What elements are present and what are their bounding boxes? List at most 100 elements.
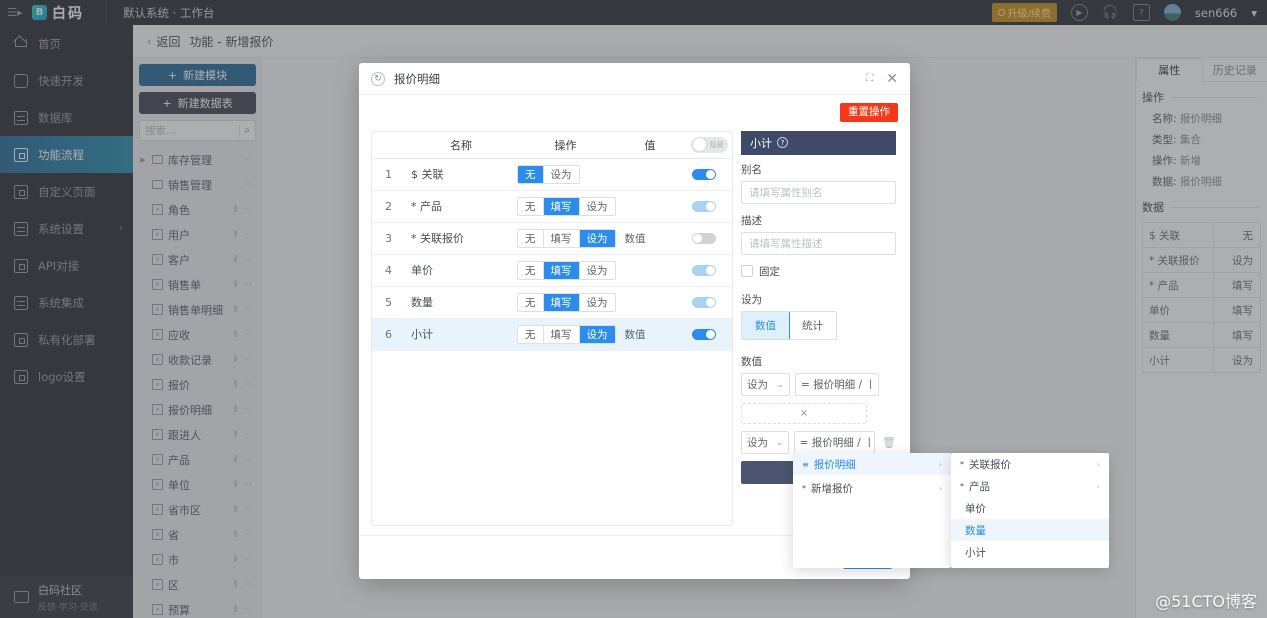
seg-option[interactable]: 无 — [518, 261, 544, 279]
alias-label: 别名 — [741, 163, 762, 176]
operation-segmented[interactable]: 无 填写 设为 — [517, 228, 616, 248]
seg-option[interactable]: 设为 — [579, 293, 615, 311]
row-value: 数值 — [624, 328, 646, 341]
table-row[interactable]: 2 * 产品 无 填写 设为 — [372, 191, 732, 223]
operation-segmented[interactable]: 无 填写 设为 — [517, 292, 616, 312]
seg-option[interactable]: 填写 — [543, 293, 580, 311]
setas-segmented[interactable]: 数值 统计 — [741, 310, 837, 340]
row-toggle-cell — [692, 200, 716, 212]
toggle-knob — [706, 201, 715, 211]
row-operation: 无 填写 设为 — [517, 260, 667, 280]
seg-option[interactable]: 设为 — [579, 197, 615, 215]
row-name: 数量 — [411, 296, 433, 310]
seg-option[interactable]: 填写 — [543, 261, 580, 279]
formula-ref-value: = 报价明细 / 丨 — [799, 436, 875, 449]
row-visibility-toggle[interactable] — [692, 264, 716, 276]
required-icon: * — [802, 483, 806, 493]
cascader-item[interactable]: * 新增报价 › — [793, 477, 951, 499]
col-value: 值 — [644, 138, 656, 152]
formula-op-select[interactable]: 设为 ⌄ — [741, 430, 789, 454]
cascader-item[interactable]: ≡ 报价明细 › — [793, 453, 951, 475]
cascader-item[interactable]: 单价 — [951, 497, 1109, 519]
operation-segmented[interactable]: 无 设为 — [517, 164, 580, 184]
question-icon[interactable]: ? — [777, 137, 788, 149]
row-visibility-toggle[interactable] — [692, 328, 716, 340]
seg-option[interactable]: 设为 — [579, 261, 615, 279]
operation-segmented[interactable]: 无 填写 设为 — [517, 196, 616, 216]
formula-ref-select[interactable]: = 报价明细 / 丨 ⌄ — [795, 372, 879, 396]
formula-ref-select[interactable]: = 报价明细 / 丨 ⌃ — [793, 430, 876, 454]
toggle-knob — [706, 329, 715, 339]
formula-op-select[interactable]: 设为 ⌄ — [741, 372, 790, 396]
seg-option[interactable]: 无 — [518, 325, 544, 343]
seg-option[interactable]: 填写 — [543, 325, 580, 343]
row-name: 单价 — [411, 264, 433, 278]
chevron-right-icon: › — [1096, 481, 1100, 491]
row-name: $ 关联 — [411, 168, 444, 182]
toggle-knob — [706, 169, 715, 179]
col-name: 名称 — [450, 138, 472, 152]
field-table: 名称 操作 值 隐藏 1 $ 关联 无 设为 2 * 产品 无 填写 设为 3 … — [371, 130, 733, 526]
watermark: @51CTO博客 — [1155, 592, 1257, 611]
modal-title: 报价明细 — [394, 71, 440, 86]
row-visibility-toggle[interactable] — [692, 168, 716, 180]
field-cascader-popup: ≡ 报价明细 › * 新增报价 › * 关联报价 › * 产品 › 单价 数量 … — [793, 453, 1109, 568]
alias-input[interactable]: 请填写属性别名 — [741, 180, 896, 204]
seg-option[interactable]: 设为 — [579, 325, 615, 343]
expand-icon[interactable]: ⛶ — [866, 73, 873, 84]
operation-segmented[interactable]: 无 填写 设为 — [517, 260, 616, 280]
seg-option[interactable]: 无 — [518, 293, 544, 311]
table-row[interactable]: 5 数量 无 填写 设为 — [372, 287, 732, 319]
fixed-checkbox-row[interactable]: 固定 — [741, 264, 896, 279]
cascader-item[interactable]: * 产品 › — [951, 475, 1109, 497]
cascader-item[interactable]: 数量 — [951, 519, 1109, 541]
row-operation: 无 填写 设为 数值 — [517, 228, 667, 248]
operation-segmented[interactable]: 无 填写 设为 — [517, 324, 616, 344]
setas-option-number[interactable]: 数值 — [742, 311, 790, 339]
table-row[interactable]: 3 * 关联报价 无 填写 设为 数值 — [372, 223, 732, 255]
table-row[interactable]: 6 小计 无 填写 设为 数值 — [372, 318, 732, 351]
row-toggle-cell — [692, 168, 716, 180]
formula-op-value: 设为 — [747, 436, 768, 449]
close-icon[interactable]: ✕ — [886, 71, 898, 87]
row-visibility-toggle[interactable] — [692, 200, 716, 212]
row-value: 数值 — [624, 232, 646, 245]
description-input[interactable]: 请填写属性描述 — [741, 231, 896, 255]
config-body: 别名 请填写属性别名 描述 请填写属性描述 固定 设为 数值 统计 数值 设为 … — [741, 155, 896, 484]
row-index: 4 — [385, 263, 392, 277]
refresh-icon[interactable]: ↻ — [371, 71, 385, 86]
row-toggle-cell — [692, 296, 716, 308]
row-visibility-toggle[interactable] — [692, 232, 716, 244]
formula-row: 设为 ⌄ = 报价明细 / 丨 ⌃ 🗑 — [741, 430, 896, 454]
table-header: 名称 操作 值 隐藏 — [372, 132, 732, 159]
row-operation: 无 填写 设为 — [517, 196, 667, 216]
row-name: * 关联报价 — [411, 232, 464, 246]
seg-option[interactable]: 无 — [518, 197, 544, 215]
seg-option[interactable]: 无 — [518, 165, 544, 183]
modal-header: ↻ 报价明细 ⛶ ✕ — [359, 63, 910, 95]
table-row[interactable]: 4 单价 无 填写 设为 — [372, 255, 732, 287]
hide-all-toggle[interactable]: 隐藏 — [690, 136, 728, 153]
reset-operation-button[interactable]: 重置操作 — [840, 103, 898, 122]
row-operation: 无 填写 设为 数值 — [517, 324, 667, 344]
seg-option[interactable]: 填写 — [543, 197, 580, 215]
seg-option[interactable]: 填写 — [543, 229, 580, 247]
table-row[interactable]: 1 $ 关联 无 设为 — [372, 159, 732, 191]
operator-field[interactable]: × — [741, 402, 867, 424]
seg-option[interactable]: 无 — [518, 229, 544, 247]
row-visibility-toggle[interactable] — [692, 296, 716, 308]
cascader-column-2: * 关联报价 › * 产品 › 单价 数量 小计 — [951, 453, 1109, 568]
cascader-item-label: 产品 — [969, 480, 990, 493]
cascader-column-1: ≡ 报价明细 › * 新增报价 › — [793, 453, 951, 568]
setas-option-stat[interactable]: 统计 — [789, 312, 836, 339]
value-label: 数值 — [741, 355, 762, 368]
seg-option[interactable]: 设为 — [579, 229, 615, 247]
cascader-item[interactable]: 小计 — [951, 541, 1109, 563]
add-formula-button[interactable] — [741, 460, 801, 484]
seg-option[interactable]: 设为 — [543, 165, 579, 183]
row-name: 小计 — [411, 328, 433, 342]
modal-header-actions: ⛶ ✕ — [866, 71, 898, 87]
trash-icon[interactable]: 🗑 — [882, 436, 896, 449]
cascader-item[interactable]: * 关联报价 › — [951, 453, 1109, 475]
checkbox[interactable] — [741, 265, 753, 278]
